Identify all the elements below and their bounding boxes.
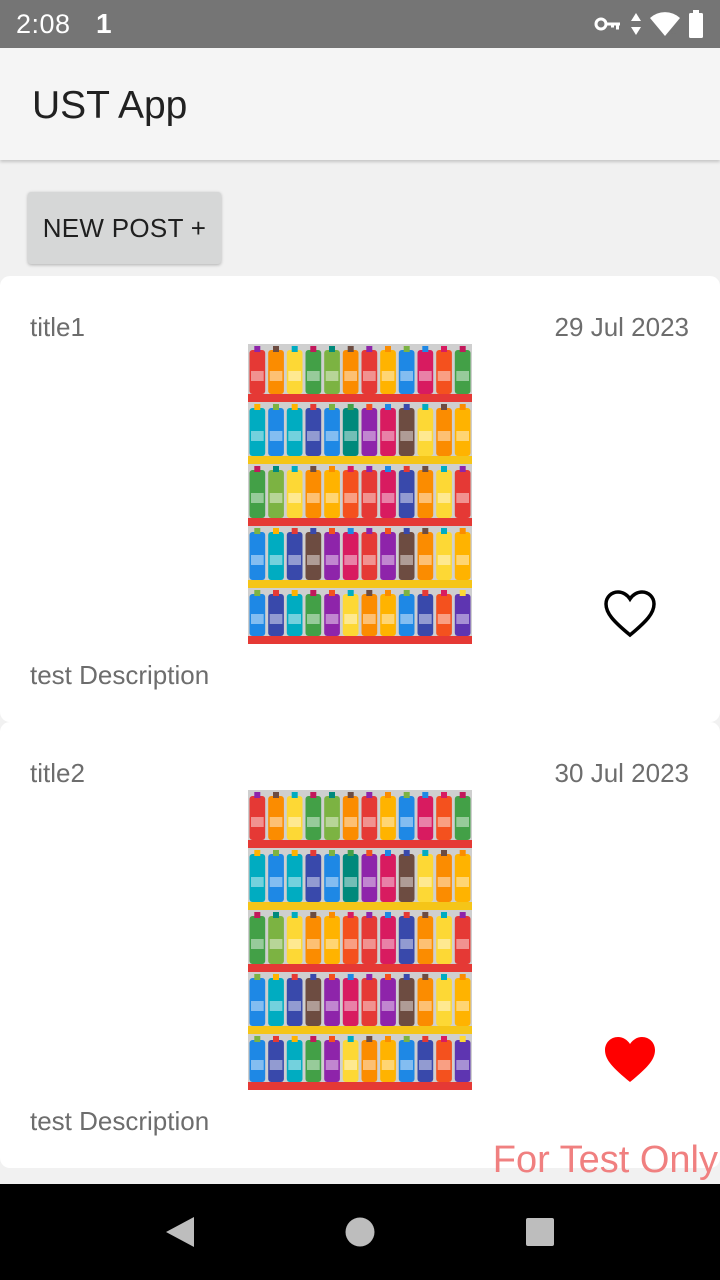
app-title: UST App <box>32 84 188 127</box>
vpn-key-icon <box>594 14 622 34</box>
post-card[interactable]: title2 30 Jul 2023 test Description <box>0 722 720 1168</box>
data-arrows-icon <box>630 12 642 36</box>
post-card[interactable]: title1 29 Jul 2023 test Description <box>0 276 720 722</box>
status-time: 2:08 <box>16 9 71 39</box>
post-date: 30 Jul 2023 <box>554 758 689 788</box>
wifi-icon: 4 <box>650 11 680 37</box>
post-title: title1 <box>30 312 85 342</box>
post-image[interactable] <box>248 344 472 644</box>
notification-icon: 1 <box>96 8 112 39</box>
heart-filled-icon[interactable] <box>603 1035 657 1085</box>
test-watermark: For Test Only <box>492 1139 718 1181</box>
post-description: test Description <box>30 1106 210 1136</box>
shelf-photo <box>248 790 472 1090</box>
status-bar: 2:08 1 4 <box>0 0 720 48</box>
back-icon[interactable] <box>150 1184 210 1280</box>
svg-text:4: 4 <box>669 27 676 37</box>
new-post-button[interactable]: NEW POST + <box>28 192 221 264</box>
home-icon[interactable] <box>330 1184 390 1280</box>
app-bar: UST App <box>0 48 720 160</box>
shelf-photo <box>248 344 472 644</box>
recents-icon[interactable] <box>510 1184 570 1280</box>
post-image[interactable] <box>248 790 472 1090</box>
post-date: 29 Jul 2023 <box>554 312 689 342</box>
battery-icon <box>688 10 704 38</box>
post-list[interactable]: NEW POST + title1 29 Jul 2023 test Descr… <box>0 160 720 1184</box>
post-title: title2 <box>30 758 85 788</box>
navigation-bar <box>0 1184 720 1280</box>
post-description: test Description <box>30 660 210 690</box>
heart-outline-icon[interactable] <box>603 589 657 639</box>
